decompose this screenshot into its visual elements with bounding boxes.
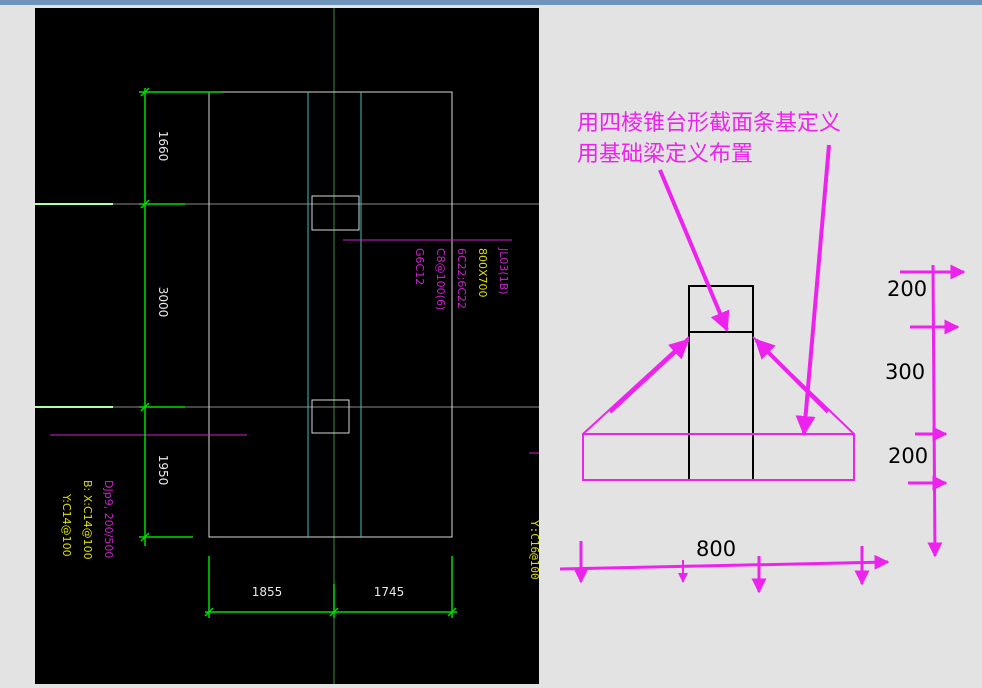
note-line-1: 用四棱锥台形截面条基定义 bbox=[577, 111, 841, 136]
note-line-2: 用基础梁定义布置 bbox=[577, 142, 753, 167]
annotation-dim-300: 300 bbox=[885, 360, 925, 384]
pointer-arrows bbox=[608, 144, 831, 436]
annotation-dim-200-bottom: 200 bbox=[888, 444, 928, 468]
footing-base-rect bbox=[582, 433, 855, 481]
annotation-dim-200-top: 200 bbox=[887, 277, 927, 301]
annotation-layer: 用四棱锥台形截面条基定义 用基础梁定义布置 200 300 200 800 bbox=[559, 111, 966, 594]
annotation-vertical-dims bbox=[900, 264, 966, 558]
annotation-dim-800: 800 bbox=[696, 537, 736, 561]
